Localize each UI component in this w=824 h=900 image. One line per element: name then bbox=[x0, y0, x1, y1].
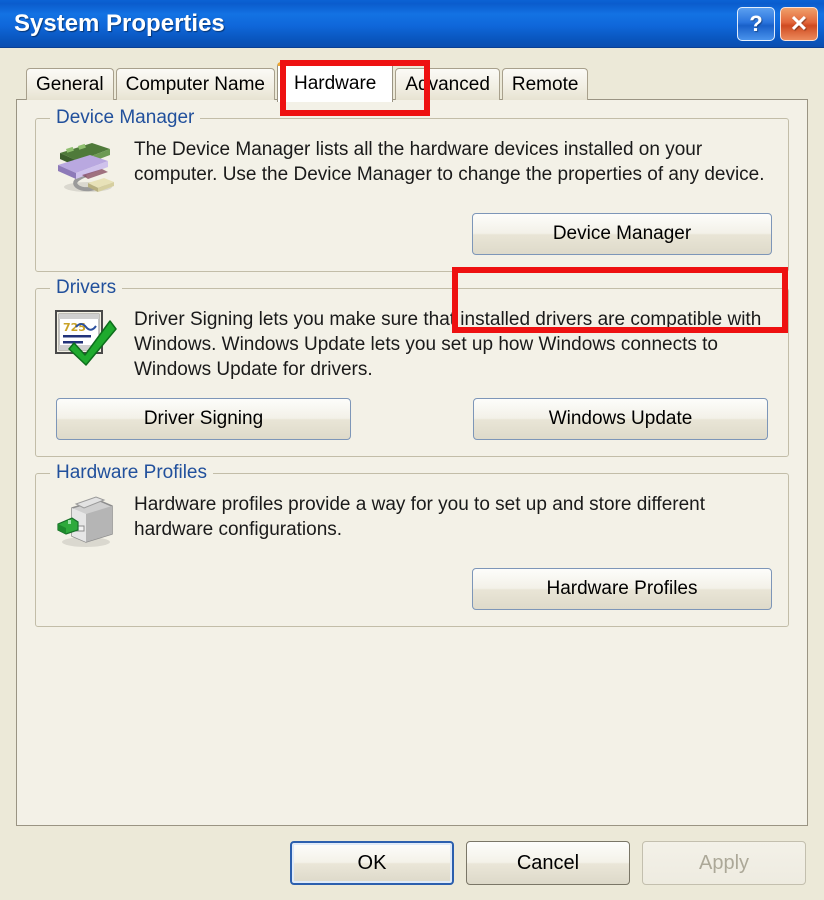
dialog-body: General Computer Name Hardware Advanced … bbox=[0, 48, 824, 826]
windows-update-button[interactable]: Windows Update bbox=[473, 398, 768, 440]
ok-button[interactable]: OK bbox=[290, 841, 454, 885]
close-icon[interactable]: ✕ bbox=[780, 6, 818, 41]
tab-hardware[interactable]: Hardware bbox=[277, 62, 394, 102]
driver-signing-certificate-icon: 725 bbox=[52, 305, 118, 367]
title-bar: System Properties ? ✕ bbox=[0, 0, 824, 48]
hardware-tab-panel: Device Manager The Device Manager lists … bbox=[16, 99, 808, 826]
drivers-group-title: Drivers bbox=[50, 277, 123, 299]
dialog-footer: OK Cancel Apply bbox=[0, 826, 824, 900]
window-title: System Properties bbox=[14, 9, 225, 37]
tab-general[interactable]: General bbox=[26, 68, 114, 100]
tab-advanced[interactable]: Advanced bbox=[395, 68, 500, 100]
apply-button: Apply bbox=[642, 841, 806, 885]
drivers-description: Driver Signing lets you make sure that i… bbox=[134, 309, 762, 380]
device-manager-button[interactable]: Device Manager bbox=[472, 213, 772, 255]
hardware-profiles-description: Hardware profiles provide a way for you … bbox=[134, 494, 706, 540]
cancel-button[interactable]: Cancel bbox=[466, 841, 630, 885]
device-manager-group-title: Device Manager bbox=[50, 107, 201, 129]
tab-remote[interactable]: Remote bbox=[501, 68, 589, 100]
driver-signing-button[interactable]: Driver Signing bbox=[56, 398, 351, 440]
drivers-row: 725 Driver Signing lets you make sure th… bbox=[52, 305, 772, 382]
help-icon[interactable]: ? bbox=[737, 6, 775, 41]
device-manager-icon bbox=[52, 135, 118, 197]
tab-strip: General Computer Name Hardware Advanced … bbox=[16, 62, 808, 102]
hardware-profiles-button-row: Hardware Profiles bbox=[52, 568, 772, 610]
system-properties-window: System Properties ? ✕ General Computer N… bbox=[0, 0, 824, 900]
device-manager-description: The Device Manager lists all the hardwar… bbox=[134, 139, 765, 185]
hardware-profiles-button[interactable]: Hardware Profiles bbox=[472, 568, 772, 610]
hardware-profiles-icon bbox=[52, 490, 118, 552]
drivers-button-row: Driver Signing Windows Update bbox=[52, 398, 772, 440]
hardware-profiles-group-title: Hardware Profiles bbox=[50, 462, 213, 484]
hardware-profiles-group: Hardware Profiles Hardware profiles prov… bbox=[35, 462, 789, 627]
device-manager-button-row: Device Manager bbox=[52, 213, 772, 255]
device-manager-group: Device Manager The Device Manager lists … bbox=[35, 107, 789, 272]
svg-text:725: 725 bbox=[63, 321, 86, 334]
tab-computer-name[interactable]: Computer Name bbox=[115, 68, 275, 100]
title-bar-buttons: ? ✕ bbox=[737, 6, 818, 41]
hardware-profiles-row: Hardware profiles provide a way for you … bbox=[52, 490, 772, 552]
drivers-group: Drivers 725 Driver Signing lets you make… bbox=[35, 277, 789, 457]
device-manager-row: The Device Manager lists all the hardwar… bbox=[52, 135, 772, 197]
